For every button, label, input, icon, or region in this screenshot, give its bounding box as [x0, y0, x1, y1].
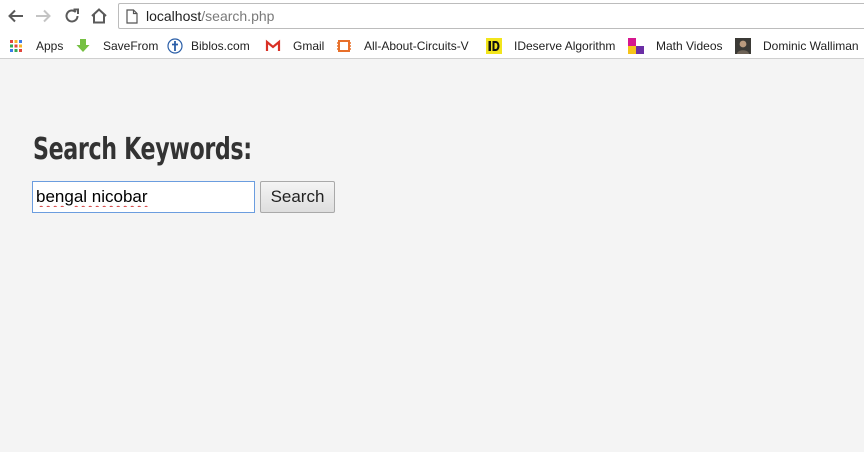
- bookmarks-bar: Apps SaveFrom Biblos.com Gmail All-About…: [0, 33, 864, 59]
- bookmark-label: Math Videos: [656, 39, 723, 53]
- bookmark-math-videos[interactable]: Math Videos: [628, 37, 723, 55]
- color-blocks-icon: [628, 38, 644, 54]
- chip-icon: [337, 40, 351, 52]
- browser-toolbar: localhost/search.php: [0, 0, 864, 33]
- page-icon: [126, 9, 138, 24]
- url-path: /search.php: [201, 8, 275, 24]
- bookmark-label: Biblos.com: [191, 39, 250, 53]
- home-icon: [91, 8, 107, 24]
- bookmark-apps[interactable]: Apps: [8, 37, 63, 55]
- bookmark-savefrom[interactable]: SaveFrom: [75, 37, 158, 55]
- home-button[interactable]: [88, 5, 110, 27]
- forward-button[interactable]: [32, 5, 54, 27]
- cross-icon: [167, 38, 183, 54]
- address-bar[interactable]: localhost/search.php: [118, 3, 864, 29]
- bookmark-label: All-About-Circuits-V: [364, 39, 469, 53]
- id-logo-icon: [486, 38, 502, 54]
- bookmark-gmail[interactable]: Gmail: [265, 37, 324, 55]
- search-input[interactable]: [32, 181, 255, 213]
- bookmark-label: Dominic Walliman: [763, 39, 859, 53]
- download-arrow-icon: [76, 39, 90, 52]
- forward-arrow-icon: [36, 9, 51, 23]
- bookmark-biblos[interactable]: Biblos.com: [167, 37, 250, 55]
- avatar-icon: [735, 38, 751, 54]
- page-title: Search Keywords:: [33, 132, 252, 167]
- bookmark-label: IDeserve Algorithm: [514, 39, 616, 53]
- bookmark-dominic-walliman[interactable]: Dominic Walliman: [735, 37, 859, 55]
- bookmark-label: Gmail: [293, 39, 325, 53]
- apps-grid-icon: [10, 40, 22, 52]
- reload-button[interactable]: [61, 5, 83, 27]
- back-button[interactable]: [5, 5, 27, 27]
- reload-icon: [65, 8, 79, 23]
- gmail-icon: [265, 39, 281, 51]
- bookmark-label: Apps: [36, 39, 64, 53]
- bookmark-ideserve[interactable]: IDeserve Algorithm: [486, 37, 615, 55]
- url-host: localhost: [146, 8, 202, 24]
- search-button[interactable]: Search: [260, 181, 335, 213]
- back-arrow-icon: [8, 9, 23, 23]
- url-text: localhost/search.php: [146, 8, 274, 24]
- bookmark-label: SaveFrom: [103, 39, 159, 53]
- bookmark-all-about-circuits[interactable]: All-About-Circuits-V: [336, 37, 473, 55]
